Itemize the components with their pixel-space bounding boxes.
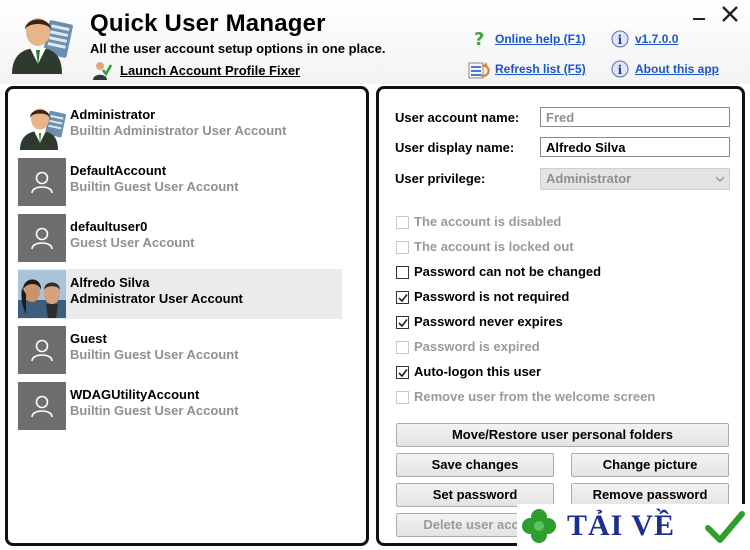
checkbox-box xyxy=(396,291,409,304)
checkbox-box xyxy=(396,391,409,404)
app-subtitle: All the user account setup options in on… xyxy=(90,41,386,56)
admin-manager-icon xyxy=(12,18,73,74)
launch-profile-fixer-link[interactable]: Launch Account Profile Fixer xyxy=(120,63,300,78)
user-list-panel: Administrator Builtin Administrator User… xyxy=(5,86,369,546)
move-restore-folders-button[interactable]: Move/Restore user personal folders xyxy=(396,423,729,447)
app-title: Quick User Manager xyxy=(90,10,326,37)
chevron-down-icon xyxy=(715,176,725,182)
close-icon[interactable] xyxy=(720,4,740,24)
about-app-link[interactable]: About this app xyxy=(635,62,719,76)
generic-user-icon xyxy=(18,214,66,262)
user-name: WDAGUtilityAccount xyxy=(70,387,200,402)
refresh-list-link[interactable]: Refresh list (F5) xyxy=(495,62,586,76)
user-name: Guest xyxy=(70,331,107,346)
checkbox-box xyxy=(396,266,409,279)
refresh-list-icon xyxy=(468,62,490,79)
user-name: Alfredo Silva xyxy=(70,275,150,290)
privilege-selected-value: Administrator xyxy=(546,171,632,186)
checkmark-icon xyxy=(398,369,408,378)
svg-text:i: i xyxy=(618,33,623,47)
watermark-badge: TẢI VỀ xyxy=(517,504,750,550)
app-header: Quick User Manager All the user account … xyxy=(0,0,750,84)
admin-manager-icon xyxy=(20,108,66,150)
generic-user-icon xyxy=(18,382,66,430)
checkmark-icon xyxy=(398,319,408,328)
user-description: Builtin Administrator User Account xyxy=(70,123,287,138)
svg-text:i: i xyxy=(618,63,623,77)
display-name-field[interactable] xyxy=(540,137,730,157)
checkbox-label: The account is locked out xyxy=(414,239,574,254)
user-description: Administrator User Account xyxy=(70,291,243,306)
user-description: Builtin Guest User Account xyxy=(70,403,239,418)
user-description: Guest User Account xyxy=(70,235,195,250)
privilege-label: User privilege: xyxy=(395,171,486,186)
checkbox-label: Password never expires xyxy=(414,314,563,329)
user-list-item[interactable]: defaultuser0 Guest User Account xyxy=(18,213,342,263)
account-name-field[interactable] xyxy=(540,107,730,127)
user-list-item[interactable]: DefaultAccount Builtin Guest User Accoun… xyxy=(18,157,342,207)
version-link[interactable]: v1.7.0.0 xyxy=(635,32,678,46)
user-list-item-selected[interactable]: Alfredo Silva Administrator User Account xyxy=(18,269,342,319)
help-icon: ? xyxy=(474,29,484,47)
save-changes-button[interactable]: Save changes xyxy=(396,453,554,477)
checkbox-label: Auto-logon this user xyxy=(414,364,542,379)
user-list-item[interactable]: Administrator Builtin Administrator User… xyxy=(18,101,342,151)
info-icon: i xyxy=(611,30,629,48)
checkbox-label: Password can not be changed xyxy=(414,264,602,279)
checkbox-box xyxy=(396,366,409,379)
checkbox-box xyxy=(396,241,409,254)
info-icon: i xyxy=(611,60,629,78)
display-name-label: User display name: xyxy=(395,140,515,155)
user-name: DefaultAccount xyxy=(70,163,167,178)
change-picture-button[interactable]: Change picture xyxy=(571,453,729,477)
checkmark-icon xyxy=(398,294,408,303)
generic-user-icon xyxy=(18,158,66,206)
generic-user-icon xyxy=(18,326,66,374)
account-name-label: User account name: xyxy=(395,110,520,125)
user-name: defaultuser0 xyxy=(70,219,148,234)
checkbox-box xyxy=(396,216,409,229)
user-description: Builtin Guest User Account xyxy=(70,179,239,194)
user-name: Administrator xyxy=(70,107,156,122)
checkbox-label: The account is disabled xyxy=(414,214,562,229)
user-fix-icon xyxy=(93,62,112,80)
checkbox-box xyxy=(396,316,409,329)
green-check-icon xyxy=(705,511,745,543)
photo-avatar xyxy=(18,270,66,318)
user-list-item[interactable]: Guest Builtin Guest User Account xyxy=(18,325,342,375)
checkbox-box xyxy=(396,341,409,354)
user-details-panel: User account name: User display name: Us… xyxy=(376,86,745,546)
svg-text:?: ? xyxy=(474,29,484,47)
user-list-item[interactable]: WDAGUtilityAccount Builtin Guest User Ac… xyxy=(18,381,342,431)
checkbox-label: Password is expired xyxy=(414,339,540,354)
privilege-select[interactable]: Administrator xyxy=(540,168,730,190)
minimize-icon[interactable] xyxy=(690,4,710,24)
user-description: Builtin Guest User Account xyxy=(70,347,239,362)
checkbox-label: Remove user from the welcome screen xyxy=(414,389,656,404)
watermark-text: TẢI VỀ xyxy=(567,509,675,542)
online-help-link[interactable]: Online help (F1) xyxy=(495,32,586,46)
clover-icon xyxy=(522,509,556,543)
checkbox-label: Password is not required xyxy=(414,289,570,304)
